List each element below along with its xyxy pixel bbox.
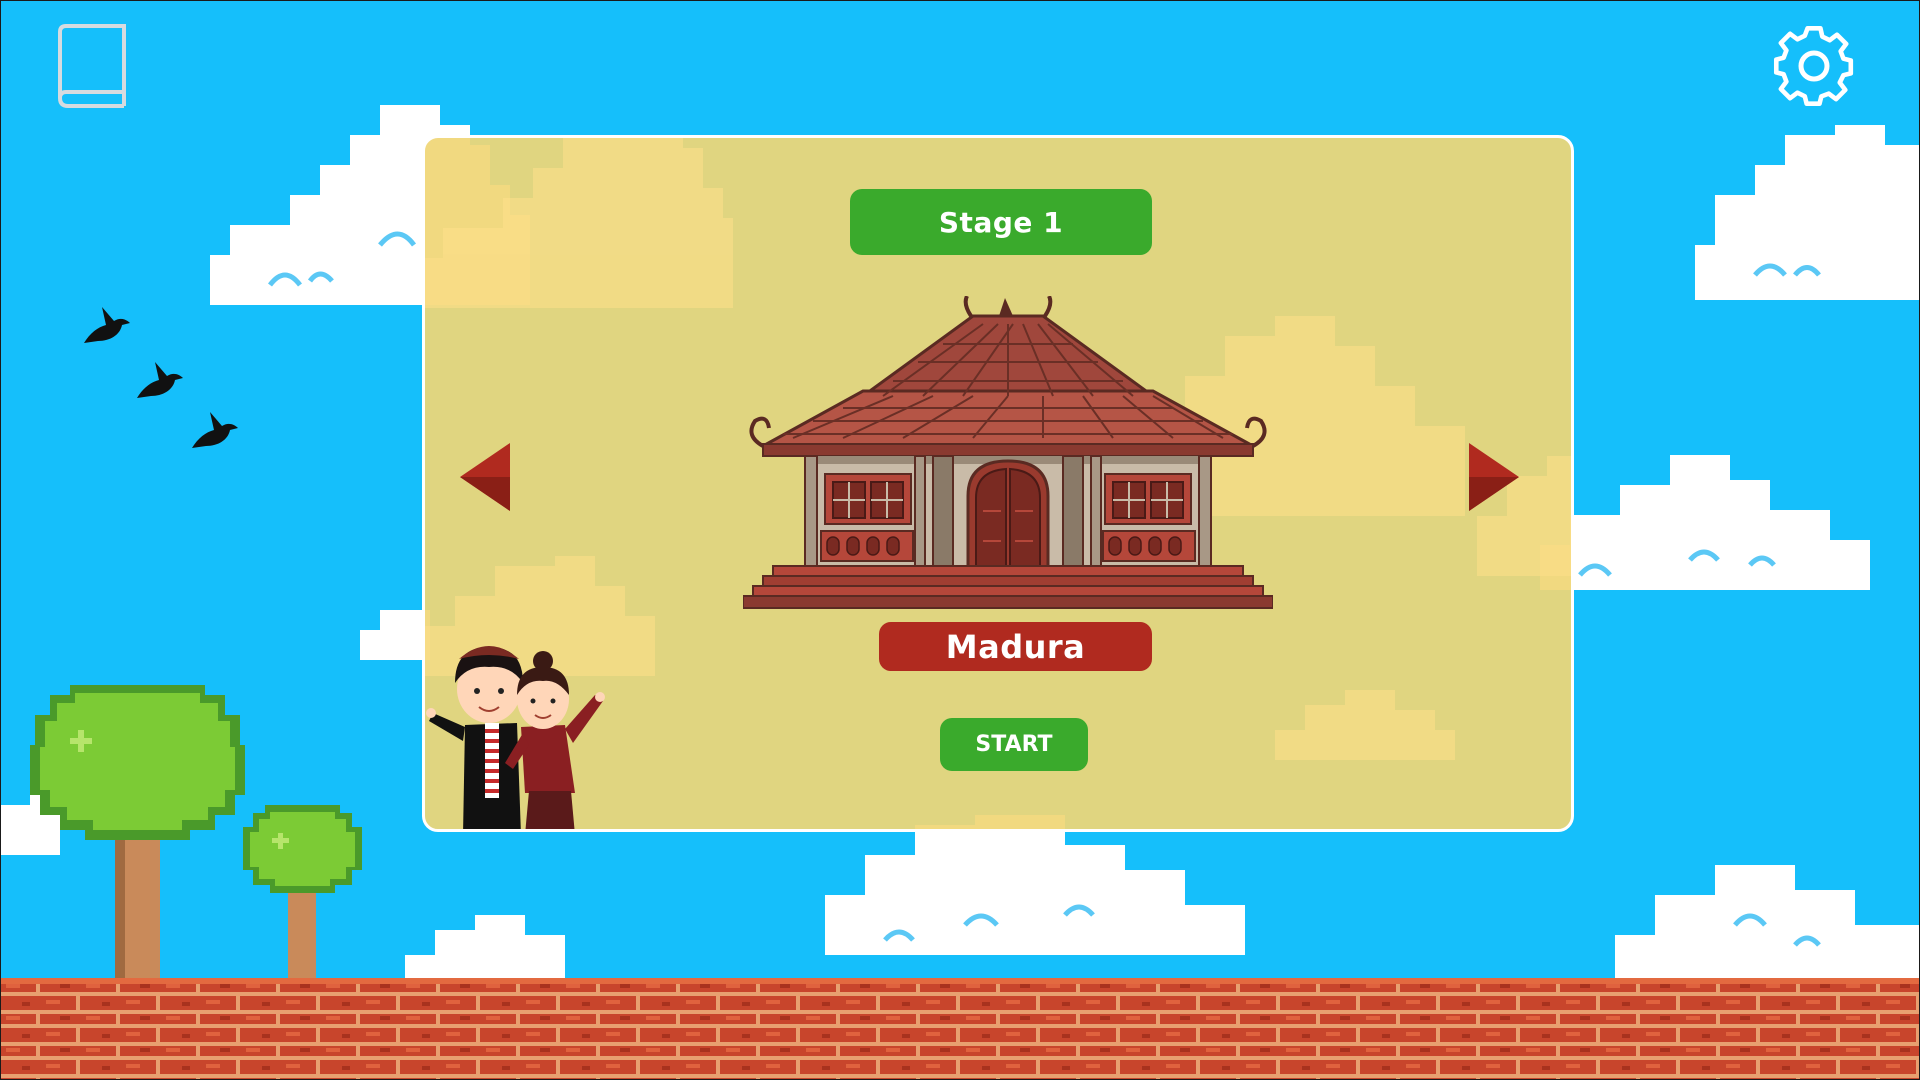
bird: [192, 412, 238, 448]
character-couple-illustration: [426, 646, 605, 829]
cloud: [1540, 455, 1870, 590]
pixel-tree: [243, 805, 362, 985]
book-button[interactable]: [56, 24, 128, 108]
cloud: [1695, 125, 1920, 300]
start-button[interactable]: START: [940, 718, 1088, 771]
cloud: [1275, 690, 1455, 760]
gear-icon: [1773, 25, 1854, 107]
brick-ground: [0, 978, 1920, 1080]
bird: [84, 307, 130, 343]
next-stage-button[interactable]: [1465, 441, 1521, 513]
cloud: [1615, 865, 1920, 985]
cloud: [425, 138, 733, 308]
region-name: Madura: [879, 622, 1152, 671]
stage-select-panel: Stage 1 Madura START: [422, 135, 1574, 832]
previous-stage-button[interactable]: [458, 441, 514, 513]
cloud: [360, 610, 430, 660]
book-icon: [58, 24, 126, 108]
traditional-house-illustration: [743, 296, 1273, 609]
bird: [137, 362, 183, 398]
cloud: [405, 915, 565, 985]
settings-button[interactable]: [1772, 24, 1856, 108]
stage-label: Stage 1: [850, 189, 1152, 255]
pixel-tree: [30, 685, 245, 985]
cloud: [825, 815, 1245, 955]
triangle-left-icon: [460, 443, 510, 511]
triangle-right-icon: [1469, 443, 1519, 511]
